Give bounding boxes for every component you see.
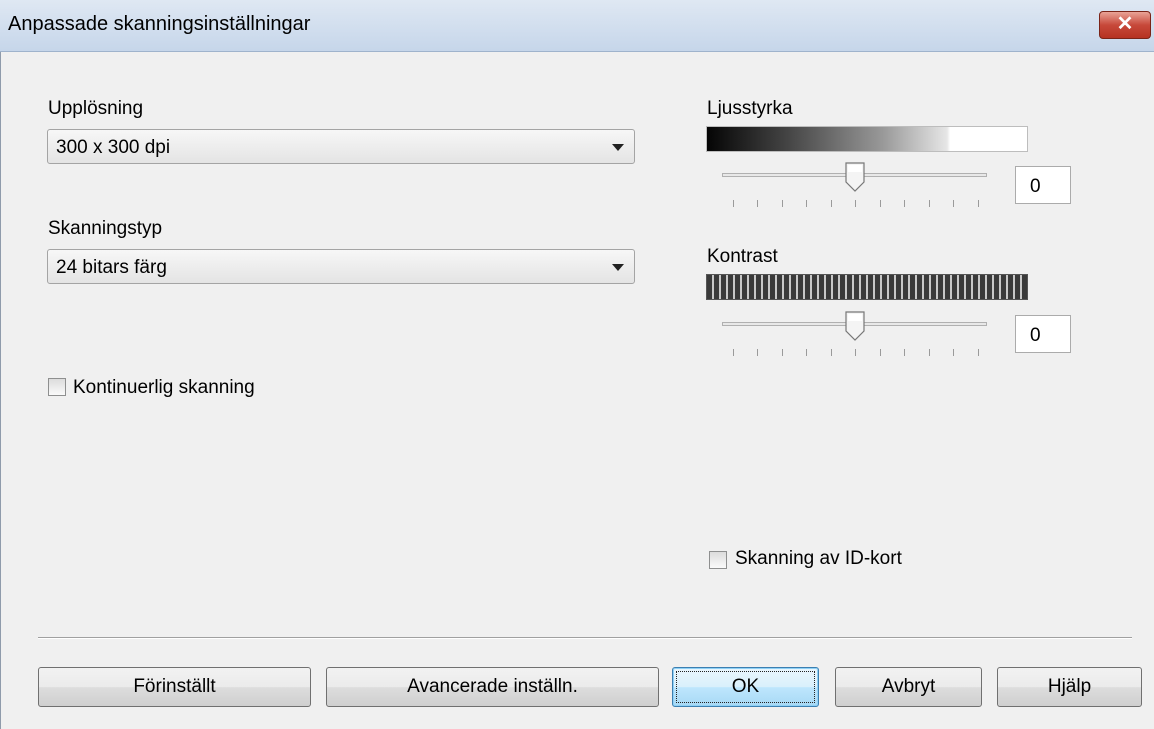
title-bar[interactable]: Anpassade skanningsinställningar ✕ (0, 0, 1154, 52)
separator (38, 637, 1132, 639)
ok-button-label: OK (731, 676, 760, 697)
resolution-label: Upplösning (48, 98, 144, 119)
tick (757, 349, 758, 356)
tick (831, 200, 832, 207)
contrast-pattern (706, 274, 1028, 300)
id-card-scan-label[interactable]: Skanning av ID-kort (735, 548, 902, 570)
tick (929, 200, 930, 207)
help-button[interactable]: Hjälp (997, 667, 1142, 707)
contrast-value-input[interactable]: 0 (1015, 315, 1071, 353)
tick (978, 349, 979, 356)
contrast-label: Kontrast (707, 246, 778, 267)
scan-type-dropdown[interactable]: 24 bitars färg (47, 249, 635, 284)
preset-button-label: Förinställt (133, 676, 216, 697)
brightness-label: Ljusstyrka (707, 98, 793, 119)
tick (904, 200, 905, 207)
help-button-label: Hjälp (1047, 676, 1092, 697)
brightness-gradient (706, 126, 1028, 152)
brightness-ticks (733, 200, 983, 208)
scan-type-value: 24 bitars färg (56, 257, 167, 278)
chevron-down-icon (612, 264, 624, 271)
tick (880, 200, 881, 207)
tick (929, 349, 930, 356)
tick (904, 349, 905, 356)
contrast-value: 0 (1030, 325, 1041, 346)
preset-button[interactable]: Förinställt (38, 667, 311, 707)
tick (855, 349, 856, 356)
contrast-slider-thumb[interactable] (845, 311, 865, 341)
tick (806, 200, 807, 207)
brightness-value-input[interactable]: 0 (1015, 166, 1071, 204)
chevron-down-icon (612, 144, 624, 151)
tick (855, 200, 856, 207)
tick (757, 200, 758, 207)
tick (733, 200, 734, 207)
cancel-button[interactable]: Avbryt (835, 667, 982, 707)
tick (782, 200, 783, 207)
tick (806, 349, 807, 356)
tick (782, 349, 783, 356)
tick (953, 200, 954, 207)
id-card-scan-checkbox[interactable] (709, 551, 727, 569)
close-button[interactable]: ✕ (1099, 11, 1151, 39)
tick (880, 349, 881, 356)
resolution-dropdown[interactable]: 300 x 300 dpi (47, 129, 635, 164)
tick (953, 349, 954, 356)
contrast-ticks (733, 349, 983, 357)
continuous-scan-checkbox[interactable] (48, 378, 66, 396)
window-title: Anpassade skanningsinställningar (8, 13, 311, 35)
dialog-body: Upplösning 300 x 300 dpi Skanningstyp 24… (0, 52, 1154, 729)
tick (733, 349, 734, 356)
tick (831, 349, 832, 356)
advanced-settings-button-label: Avancerade inställn. (407, 676, 578, 697)
continuous-scan-label[interactable]: Kontinuerlig skanning (73, 377, 255, 399)
tick (978, 200, 979, 207)
ok-button[interactable]: OK (672, 667, 819, 707)
brightness-value: 0 (1030, 176, 1041, 197)
brightness-slider-thumb[interactable] (845, 162, 865, 192)
cancel-button-label: Avbryt (881, 676, 936, 697)
close-icon: ✕ (1116, 13, 1134, 35)
advanced-settings-button[interactable]: Avancerade inställn. (326, 667, 659, 707)
resolution-value: 300 x 300 dpi (56, 137, 171, 158)
scan-type-label: Skanningstyp (48, 218, 163, 239)
